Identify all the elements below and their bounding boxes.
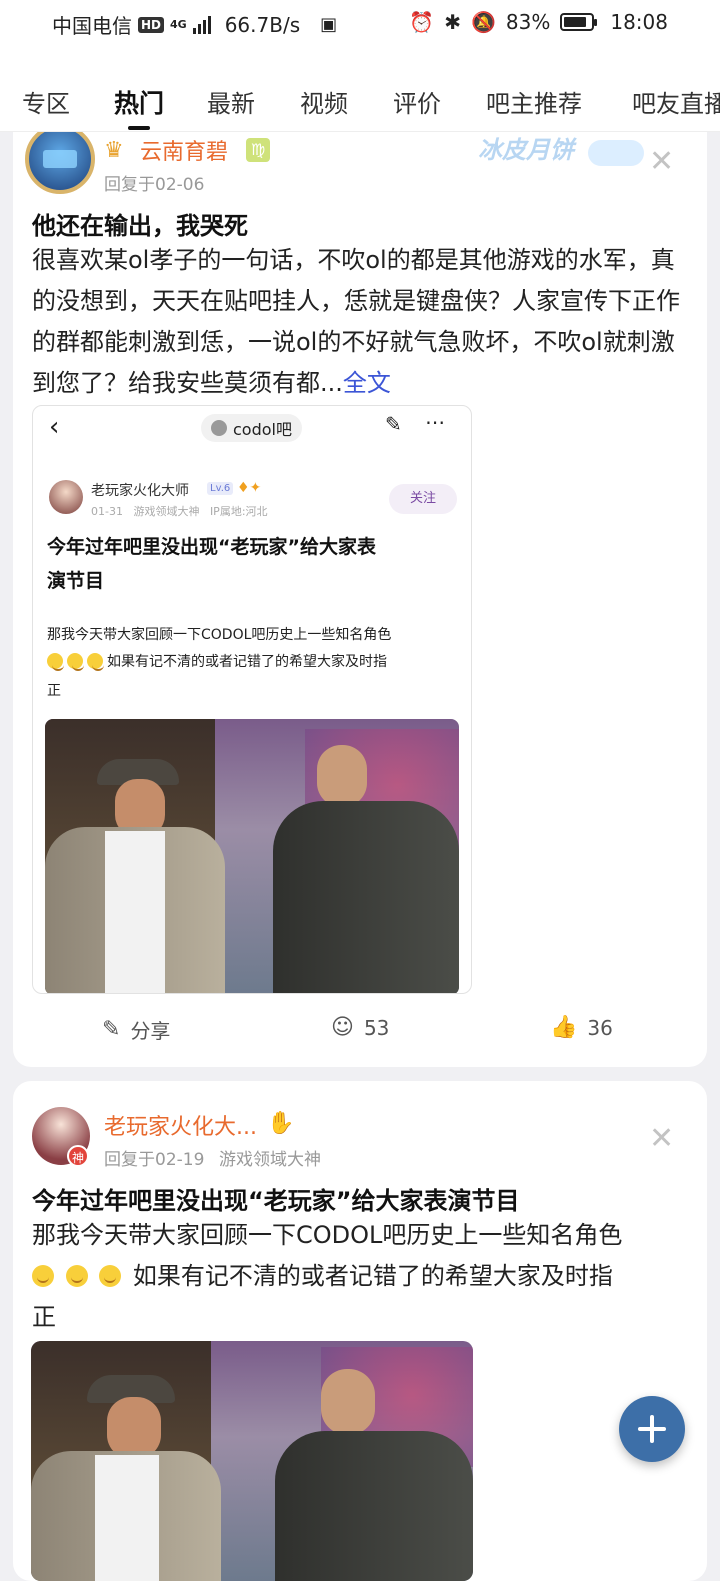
edit-icon: ✎ — [385, 412, 402, 436]
embed-body-line1: 那我今天带大家回顾一下CODOL吧历史上一些知名角色 — [47, 627, 392, 643]
like-count: 36 — [587, 1015, 613, 1040]
smile-icon — [65, 1265, 88, 1287]
smile-icon — [47, 653, 64, 671]
battery-fill — [564, 17, 586, 27]
tab-live[interactable]: 吧友直播 — [632, 84, 720, 119]
embed-title-line2: 演节目 — [47, 570, 105, 592]
tab-hot[interactable]: 热门 — [114, 84, 164, 120]
embed-meta: 01-31 游戏领域大神 IP属地:河北 — [91, 505, 268, 518]
tab-zone[interactable]: 专区 — [22, 84, 70, 119]
embed-author: 老玩家火化大师 — [91, 483, 189, 499]
author-name[interactable]: 老玩家火化大... — [104, 1109, 257, 1141]
embed-body-line2-text: 如果有记不清的或者记错了的希望大家及时指 — [107, 654, 387, 670]
smile-icon — [67, 653, 84, 671]
network-speed: 66.7B/s — [224, 12, 301, 37]
embed-title-line1: 今年过年吧里没出现“老玩家”给大家表 — [47, 536, 376, 558]
post-body-line2-text: 如果有记不清的或者记错了的希望大家及时指 — [132, 1262, 613, 1290]
photo-face-right — [317, 745, 367, 807]
tab-bar: 专区 热门 最新 视频 评价 吧主推荐 吧友直播 — [0, 46, 720, 132]
title-badge: 游戏领域大神 — [219, 1150, 321, 1170]
share-label: 分享 — [130, 1019, 171, 1043]
avatar[interactable] — [25, 132, 95, 194]
photo-face-left — [107, 1397, 161, 1459]
status-bar: 中国电信 HD 4G 66.7B/s ▣ ⏰ ✱ 🔕 83% 18:08 — [0, 0, 720, 46]
alarm-icon: ⏰ — [409, 10, 435, 34]
battery-percent: 83% — [505, 10, 551, 34]
status-left: 中国电信 HD 4G 66.7B/s ▣ — [52, 10, 337, 39]
photo-face-right — [321, 1369, 375, 1435]
signal-icon — [192, 15, 211, 34]
post-body-line3: 正 — [32, 1303, 56, 1331]
read-more-link[interactable]: 全文 — [343, 369, 391, 397]
tv-icon: ▣ — [320, 14, 338, 35]
smile-icon — [87, 653, 104, 671]
hd-badge: HD — [138, 16, 165, 33]
comment-count: 53 — [363, 1015, 390, 1040]
level-badge-icon: ✋ — [267, 1111, 295, 1136]
embed-body-line3: 正 — [47, 683, 61, 699]
embed-photo — [45, 719, 459, 993]
post-card[interactable]: ♛ 云南育碧 ♍ 回复于02-06 冰皮月饼 ✕ 他还在输出，我哭死 很喜欢某o… — [13, 132, 707, 1067]
photo-shirt — [105, 831, 165, 993]
photo-body-right — [275, 1431, 473, 1581]
status-right: ⏰ ✱ 🔕 83% 18:08 — [409, 10, 668, 34]
clock: 18:08 — [610, 10, 668, 34]
new-post-button[interactable] — [619, 1396, 685, 1462]
share-button[interactable]: ✎ 分享 — [102, 1015, 170, 1044]
back-icon: ‹ — [49, 412, 60, 442]
comment-button[interactable]: ☺ 53 — [331, 1015, 389, 1040]
post-title[interactable]: 今年过年吧里没出现“老玩家”给大家表演节目 — [32, 1181, 520, 1216]
embed-avatar — [49, 480, 83, 514]
zodiac-icon: ♍ — [246, 138, 270, 162]
tab-latest[interactable]: 最新 — [207, 84, 255, 119]
close-icon[interactable]: ✕ — [649, 1121, 674, 1156]
bar-name-pill: codol吧 — [201, 414, 302, 442]
bar-name: codol吧 — [233, 420, 292, 439]
tab-review[interactable]: 评价 — [393, 84, 441, 119]
mute-icon: 🔕 — [471, 10, 496, 34]
embed-follow-button: 关注 — [389, 484, 457, 514]
tab-moderator-pick[interactable]: 吧主推荐 — [486, 84, 582, 119]
post-body[interactable]: 那我今天带大家回顾一下CODOL吧历史上一些知名角色 如果有记不清的或者记错了的… — [32, 1215, 702, 1338]
embed-body-line2: 如果有记不清的或者记错了的希望大家及时指 — [47, 651, 387, 671]
bluetooth-icon: ✱ — [444, 10, 461, 34]
post-body[interactable]: 很喜欢某ol孝子的一句话，不吹ol的都是其他游戏的水军，真的没想到，天天在贴吧挂… — [32, 240, 687, 404]
crown-icon: ♛ — [104, 138, 124, 163]
embed-badge-icon: ♦✦ — [237, 480, 262, 496]
carrier-label: 中国电信 — [52, 14, 132, 38]
avatar-decoration — [43, 150, 77, 168]
share-icon: ✎ — [102, 1017, 121, 1042]
post-card[interactable]: 神 老玩家火化大... ✋ 回复于02-19 游戏领域大神 ✕ 今年过年吧里没出… — [13, 1081, 707, 1581]
photo-body-right — [273, 801, 459, 993]
smile-icon — [32, 1265, 54, 1287]
reply-time: 回复于02-19 — [104, 1150, 205, 1170]
post-body-line2: 如果有记不清的或者记错了的希望大家及时指 — [32, 1256, 702, 1297]
embed-level: Lv.6 — [207, 482, 234, 495]
bar-avatar-icon — [211, 420, 227, 436]
photo-shirt — [95, 1455, 159, 1581]
more-icon: ⋯ — [425, 410, 445, 434]
smile-icon — [99, 1265, 122, 1287]
author-name[interactable]: 云南育碧 — [140, 134, 228, 166]
comment-icon: ☺ — [331, 1015, 354, 1040]
avatar-badge: 神 — [67, 1145, 89, 1167]
reply-time: 回复于02-06 — [104, 175, 205, 195]
post-title[interactable]: 他还在输出，我哭死 — [32, 206, 248, 241]
thumbs-up-icon: 👍 — [550, 1015, 578, 1040]
like-button[interactable]: 👍 36 — [550, 1015, 613, 1040]
battery-icon — [560, 13, 598, 31]
network-type: 4G — [170, 18, 187, 31]
post-body-line1: 那我今天带大家回顾一下CODOL吧历史上一些知名角色 — [32, 1221, 623, 1249]
close-icon[interactable]: ✕ — [649, 144, 674, 179]
embedded-screenshot[interactable]: ‹ codol吧 ✎ ⋯ 老玩家火化大师 Lv.6 ♦✦ 01-31 游戏领域大… — [32, 405, 472, 994]
post-photo[interactable] — [31, 1341, 473, 1581]
tab-video[interactable]: 视频 — [300, 84, 348, 119]
decoration-text: 冰皮月饼 — [478, 136, 574, 164]
cloud-icon — [588, 140, 644, 166]
